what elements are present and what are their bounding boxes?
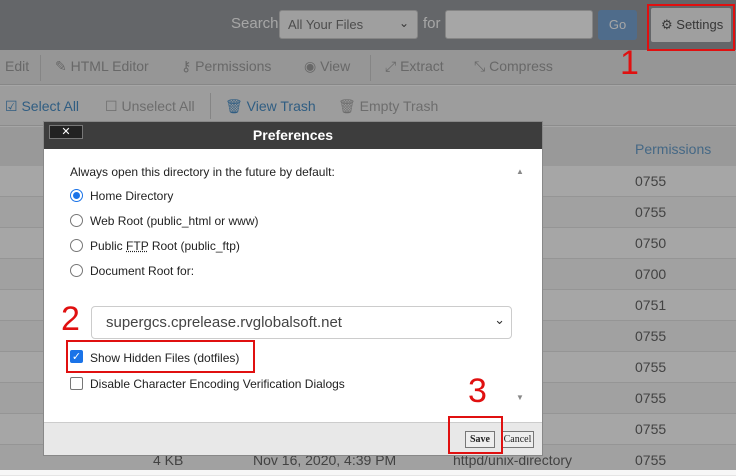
disable-encoding-checkbox[interactable] (70, 377, 83, 390)
annotation-box-save (448, 416, 503, 454)
public-ftp-root-label[interactable]: Public FTP Root (public_ftp) (90, 239, 240, 253)
web-root-label[interactable]: Web Root (public_html or www) (90, 214, 259, 228)
domain-select-value: supergcs.cprelease.rvglobalsoft.net (106, 314, 342, 331)
ftp-abbreviation: FTP (126, 239, 149, 253)
disable-encoding-label[interactable]: Disable Character Encoding Verification … (90, 377, 345, 391)
annotation-number-1: 1 (620, 44, 639, 82)
home-directory-label[interactable]: Home Directory (90, 189, 173, 203)
close-button[interactable]: ✕ (49, 125, 83, 139)
chevron-down-icon: ⌄ (494, 312, 505, 327)
annotation-box-show-hidden (66, 340, 255, 373)
domain-select[interactable]: supergcs.cprelease.rvglobalsoft.net ⌄ (91, 306, 512, 339)
public-ftp-suffix: Root (public_ftp) (148, 239, 240, 253)
home-directory-radio[interactable] (70, 189, 83, 202)
document-root-label[interactable]: Document Root for: (90, 264, 194, 278)
scroll-up-icon[interactable]: ▲ (516, 167, 524, 176)
public-ftp-root-radio[interactable] (70, 239, 83, 252)
annotation-number-3: 3 (468, 372, 487, 410)
document-root-radio[interactable] (70, 264, 83, 277)
annotation-box-settings (647, 4, 735, 51)
cancel-button[interactable]: Cancel (501, 431, 534, 448)
dialog-title: Preferences (44, 122, 542, 149)
scroll-down-icon[interactable]: ▼ (516, 393, 524, 402)
annotation-number-2: 2 (61, 300, 80, 338)
default-directory-prompt: Always open this directory in the future… (70, 165, 335, 179)
dialog-scrollbar[interactable]: ▲ ▼ (514, 163, 526, 408)
public-ftp-prefix: Public (90, 239, 127, 253)
web-root-radio[interactable] (70, 214, 83, 227)
